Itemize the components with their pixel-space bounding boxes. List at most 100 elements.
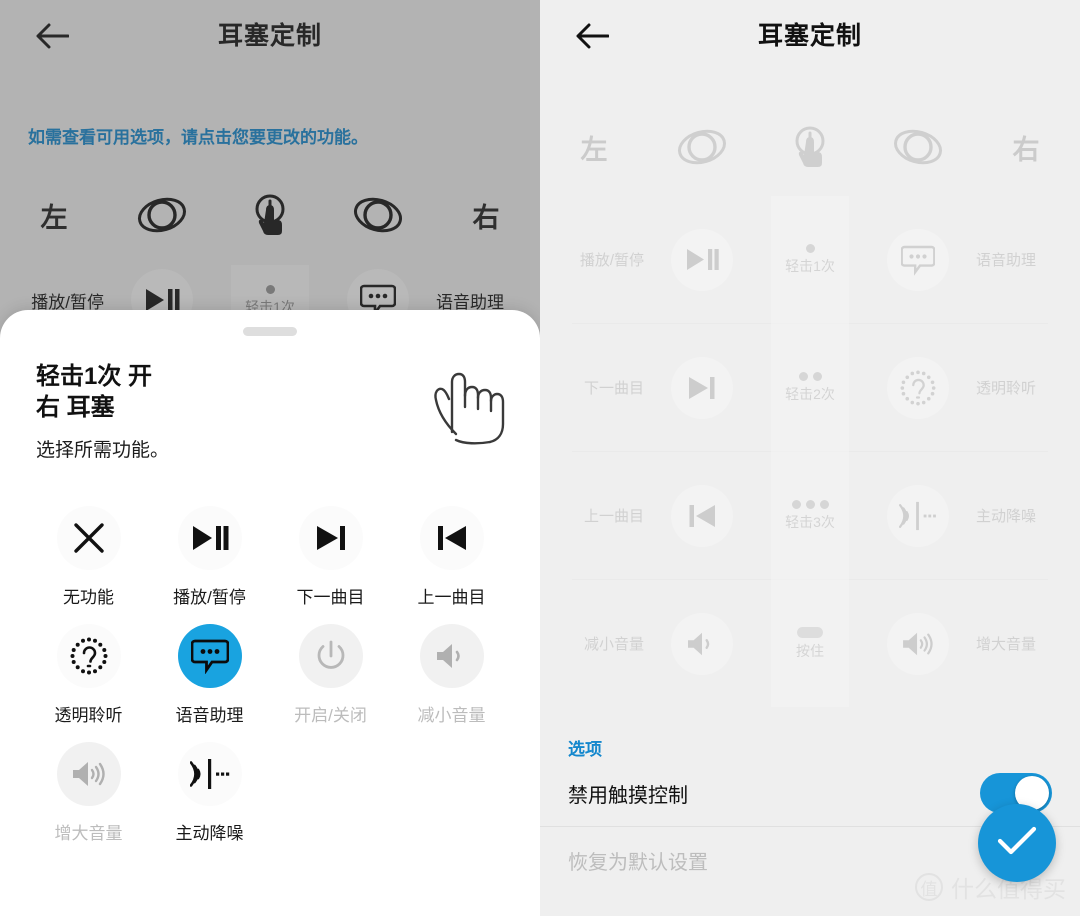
volume-down-icon[interactable]: [648, 612, 756, 675]
left-appbar: 耳塞定制: [0, 0, 540, 72]
bud-left-label: 左: [580, 134, 608, 165]
page-title: 耳塞定制: [757, 22, 862, 50]
function-option-anc[interactable]: 主动降噪: [149, 742, 270, 844]
transparency-ear-icon: [56, 624, 121, 689]
option-label: 禁用触摸控制: [568, 784, 688, 807]
row-center-gesture: 轻击1次: [756, 243, 864, 276]
row-right-label: 透明聆听: [976, 380, 1037, 397]
function-option-label: 主动降噪: [175, 824, 244, 844]
bud-left-label-cell: 左: [0, 196, 108, 235]
row-left-label: 减小音量: [583, 636, 644, 653]
function-option-label: 增大音量: [54, 824, 123, 844]
right-phone-screen: 耳塞定制 左 右 播放/暂停 轻击1次 语音助理 下一曲目 轻击2次 透明聆听 …: [540, 0, 1080, 916]
row-right-label: 语音助理: [976, 252, 1037, 269]
row-center-label: 轻击3次: [785, 514, 835, 530]
confirm-fab-button[interactable]: [978, 804, 1056, 882]
earbud-icon: [864, 125, 972, 169]
row-left-label: 播放/暂停: [579, 252, 644, 269]
previous-track-icon[interactable]: [648, 484, 756, 547]
option-label: 恢复为默认设置: [568, 851, 708, 874]
right-appbar: 耳塞定制: [540, 0, 1080, 72]
volume-up-icon: [56, 742, 121, 807]
voice-assistant-icon[interactable]: [864, 228, 972, 291]
bud-right-label-cell: 右: [972, 128, 1080, 167]
earbud-icon: [648, 125, 756, 169]
check-icon: [996, 824, 1038, 863]
function-option-label: 透明聆听: [54, 706, 123, 726]
earbud-icon: [108, 193, 216, 237]
function-option-transparency[interactable]: 透明聆听: [28, 624, 149, 726]
bud-right-label: 右: [1012, 134, 1040, 165]
function-option-label: 上一曲目: [417, 588, 486, 608]
power-icon: [298, 624, 363, 689]
function-option-no-function[interactable]: 无功能: [28, 506, 149, 608]
gesture-row-press-hold[interactable]: 减小音量 按住 增大音量: [540, 580, 1080, 707]
left-phone-screen: 耳塞定制 如需查看可用选项，请点击您要更改的功能。 左 右 播放/暂停 语音助理…: [0, 0, 540, 916]
voice-assistant-icon: [177, 624, 242, 689]
left-screen-background-content: 耳塞定制 如需查看可用选项，请点击您要更改的功能。 左 右 播放/暂停 语音助理: [0, 0, 540, 335]
function-option-label: 减小音量: [417, 706, 486, 726]
row-center-gesture: 按住: [756, 626, 864, 661]
row-right-label: 语音助理: [436, 292, 504, 312]
next-track-icon: [298, 506, 363, 571]
function-option-label: 语音助理: [175, 706, 244, 726]
function-option-voice-assistant[interactable]: 语音助理: [149, 624, 270, 726]
gesture-row-single-tap[interactable]: 播放/暂停 轻击1次 语音助理: [540, 196, 1080, 323]
tap-dots-icon: [805, 243, 815, 254]
page-title: 耳塞定制: [217, 22, 322, 50]
row-center-gesture: 轻击3次: [756, 499, 864, 532]
press-hold-icon: [797, 626, 823, 638]
watermark-badge: 值: [915, 873, 943, 901]
row-center-label: 按住: [796, 642, 824, 659]
gesture-row-triple-tap[interactable]: 上一曲目 轻击3次 主动降噪: [540, 452, 1080, 579]
anc-icon[interactable]: [864, 484, 972, 547]
volume-up-icon[interactable]: [864, 612, 972, 675]
next-track-icon[interactable]: [648, 356, 756, 419]
bud-right-label-cell: 右: [432, 196, 540, 235]
dual-screenshot-container: 耳塞定制 如需查看可用选项，请点击您要更改的功能。 左 右 播放/暂停 语音助理…: [0, 0, 1080, 916]
bud-left-label-cell: 左: [540, 128, 648, 167]
function-grid: 无功能 播放/暂停 下一曲目 上一曲目 透明聆听 语音助理 开启/关闭 减小音量…: [0, 506, 540, 844]
function-option-label: 播放/暂停: [173, 588, 246, 608]
function-option-volume-down[interactable]: 减小音量: [391, 624, 512, 726]
touch-gesture-icon: [756, 124, 864, 170]
touch-gesture-icon: [216, 192, 324, 238]
function-option-label: 开启/关闭: [294, 706, 367, 726]
right-bud-header-row: 左 右: [540, 124, 1080, 170]
previous-track-icon: [419, 506, 484, 571]
earbud-icon: [324, 193, 432, 237]
function-option-previous-track[interactable]: 上一曲目: [391, 506, 512, 608]
tap-dots-icon: [791, 499, 829, 510]
bud-right-label: 右: [472, 202, 500, 233]
faded-controls-section: 左 右 播放/暂停 轻击1次 语音助理 下一曲目 轻击2次 透明聆听 上一曲目 …: [540, 72, 1080, 707]
left-bud-header-row: 左 右: [0, 192, 540, 238]
transparency-ear-icon[interactable]: [864, 356, 972, 419]
row-right-label: 增大音量: [976, 636, 1037, 653]
tap-dots-icon: [798, 371, 822, 382]
hint-text: 如需查看可用选项，请点击您要更改的功能。: [28, 128, 368, 147]
function-option-label: 无功能: [63, 588, 114, 608]
row-center-label: 轻击1次: [785, 258, 835, 274]
row-left-label: 下一曲目: [583, 380, 644, 397]
row-center-label: 轻击2次: [785, 386, 835, 402]
function-option-volume-up[interactable]: 增大音量: [28, 742, 149, 844]
pointing-hand-illustration: [416, 352, 512, 457]
sheet-header: 轻击1次 开 右 耳塞 选择所需功能。: [0, 336, 540, 462]
anc-icon: [177, 742, 242, 807]
function-option-play-pause[interactable]: 播放/暂停: [149, 506, 270, 608]
function-option-power-toggle[interactable]: 开启/关闭: [270, 624, 391, 726]
row-center-gesture: 轻击2次: [756, 371, 864, 404]
close-x-icon: [56, 506, 121, 571]
gesture-row-double-tap[interactable]: 下一曲目 轻击2次 透明聆听: [540, 324, 1080, 451]
gesture-mapping-list: 播放/暂停 轻击1次 语音助理 下一曲目 轻击2次 透明聆听 上一曲目 轻击3次…: [540, 196, 1080, 707]
row-left-label: 上一曲目: [583, 508, 644, 525]
site-watermark: 值 什么值得买: [915, 870, 1066, 904]
play-pause-icon: [177, 506, 242, 571]
options-heading: 选项: [568, 740, 602, 759]
function-option-next-track[interactable]: 下一曲目: [270, 506, 391, 608]
drag-handle[interactable]: [243, 327, 297, 336]
play-pause-icon[interactable]: [648, 228, 756, 291]
row-right-label: 主动降噪: [976, 508, 1037, 525]
volume-down-icon: [419, 624, 484, 689]
bud-left-label: 左: [40, 202, 68, 233]
